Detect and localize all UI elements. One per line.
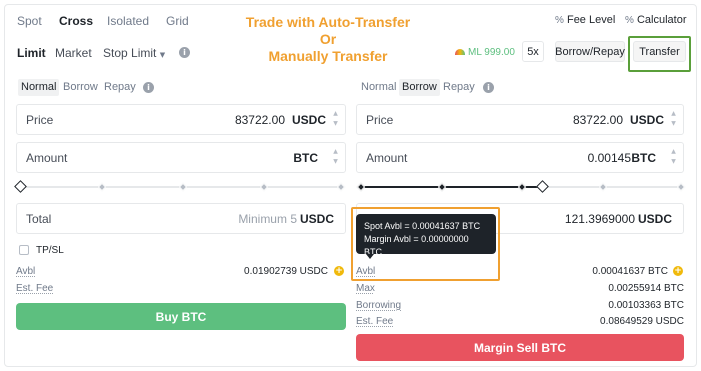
add-funds-icon[interactable]: + (334, 266, 344, 276)
fee-level-label: Fee Level (566, 14, 616, 26)
total-label: Total (26, 212, 52, 226)
sell-max-row: Max 0.00255914 BTC (356, 283, 684, 295)
buy-button[interactable]: Buy BTC (16, 303, 346, 330)
buy-avbl-row: Avbl 0.01902739 USDC + (16, 266, 346, 278)
calculator-link[interactable]: % Calculator (625, 14, 687, 26)
borrowing-value: 0.00103363 BTC (608, 300, 684, 311)
tab-isolated[interactable]: Isolated (107, 14, 149, 28)
avbl-value: 0.01902739 USDC (244, 266, 328, 277)
transfer-highlight-box (628, 36, 691, 72)
total-unit: USDC (299, 212, 334, 226)
borrow-repay-button[interactable]: Borrow/Repay (555, 41, 625, 62)
price-unit: USDC (629, 113, 664, 127)
amount-value: 0.00145 (587, 151, 631, 165)
sell-slider-fill[interactable] (360, 186, 542, 188)
buy-est-fee-row: Est. Fee (16, 283, 346, 295)
tpsl-checkbox[interactable] (19, 245, 29, 255)
buy-mode-borrow[interactable]: Borrow (60, 79, 101, 96)
tab-grid[interactable]: Grid (166, 14, 189, 28)
margin-level: ML 999.00 (455, 47, 515, 58)
avbl-highlight-box (351, 207, 500, 281)
gauge-icon (455, 49, 465, 55)
stepper-icon[interactable]: ▲ ▼ (332, 109, 339, 129)
sell-mode-repay[interactable]: Repay (440, 79, 478, 96)
avbl-label: Avbl (16, 266, 36, 277)
buy-price-field[interactable]: Price 83722.00 USDC ▲ ▼ (16, 104, 346, 135)
tpsl-label: TP/SL (36, 245, 64, 256)
banner-line1: Trade with Auto-Transfer (245, 14, 411, 30)
banner-line3: Manually Transfer (268, 48, 388, 64)
est-fee-label: Est. Fee (16, 283, 54, 294)
price-value: 83722.00 (234, 113, 285, 127)
stepper-icon[interactable]: ▲ ▼ (332, 147, 339, 167)
order-type-market[interactable]: Market (55, 46, 92, 60)
margin-sell-button[interactable]: Margin Sell BTC (356, 334, 684, 361)
amount-label: Amount (26, 151, 68, 165)
total-unit: USDC (637, 212, 672, 226)
percent-icon: % (555, 15, 564, 26)
buy-total-field[interactable]: Total Minimum 5 USDC (16, 203, 346, 234)
buy-amount-field[interactable]: Amount BTC ▲ ▼ (16, 142, 346, 173)
amount-label: Amount (366, 151, 408, 165)
est-fee-value: 0.08649529 USDC (600, 316, 684, 327)
sell-mode-borrow[interactable]: Borrow (399, 79, 440, 96)
price-unit: USDC (291, 113, 326, 127)
order-type-stop-limit[interactable]: Stop Limit ▼ (103, 46, 165, 60)
info-icon[interactable]: i (483, 82, 494, 93)
avbl-value: 0.00041637 BTC (592, 266, 668, 277)
order-type-limit[interactable]: Limit (17, 46, 46, 60)
leverage-button[interactable]: 5x (522, 41, 544, 62)
caret-down-icon: ▼ (159, 51, 166, 59)
stepper-icon[interactable]: ▲ ▼ (670, 109, 677, 129)
price-label: Price (366, 113, 394, 127)
calculator-icon: % (625, 15, 634, 26)
total-value: 121.3969000 (564, 212, 635, 226)
est-fee-label: Est. Fee (356, 316, 394, 327)
sell-price-field[interactable]: Price 83722.00 USDC ▲ ▼ (356, 104, 684, 135)
stepper-icon[interactable]: ▲ ▼ (670, 147, 677, 167)
max-value: 0.00255914 BTC (608, 283, 684, 294)
amount-unit: BTC (293, 151, 318, 165)
tab-spot[interactable]: Spot (17, 14, 42, 28)
total-hint: Minimum 5 (238, 212, 297, 226)
sell-borrowing-row: Borrowing 0.00103363 BTC (356, 300, 684, 312)
margin-level-value: ML 999.00 (468, 47, 515, 58)
stop-limit-label: Stop Limit (103, 46, 157, 60)
sell-est-fee-row: Est. Fee 0.08649529 USDC (356, 316, 684, 328)
borrowing-label: Borrowing (356, 300, 402, 311)
max-label: Max (356, 283, 375, 294)
tab-cross[interactable]: Cross (59, 14, 93, 28)
calculator-label: Calculator (636, 14, 687, 26)
info-icon[interactable]: i (143, 82, 154, 93)
sell-amount-field[interactable]: Amount 0.00145 BTC ▲ ▼ (356, 142, 684, 173)
fee-level-link[interactable]: % Fee Level (555, 14, 615, 26)
price-label: Price (26, 113, 54, 127)
sell-slider-track[interactable] (542, 186, 682, 188)
amount-unit: BTC (631, 151, 656, 165)
price-value: 83722.00 (572, 113, 623, 127)
buy-mode-normal[interactable]: Normal (18, 79, 60, 96)
sell-mode-normal[interactable]: Normal (358, 79, 399, 96)
banner-line2: Or (319, 31, 337, 47)
info-icon[interactable]: i (179, 47, 190, 58)
add-funds-icon[interactable]: + (673, 266, 683, 276)
buy-mode-repay[interactable]: Repay (101, 79, 139, 96)
